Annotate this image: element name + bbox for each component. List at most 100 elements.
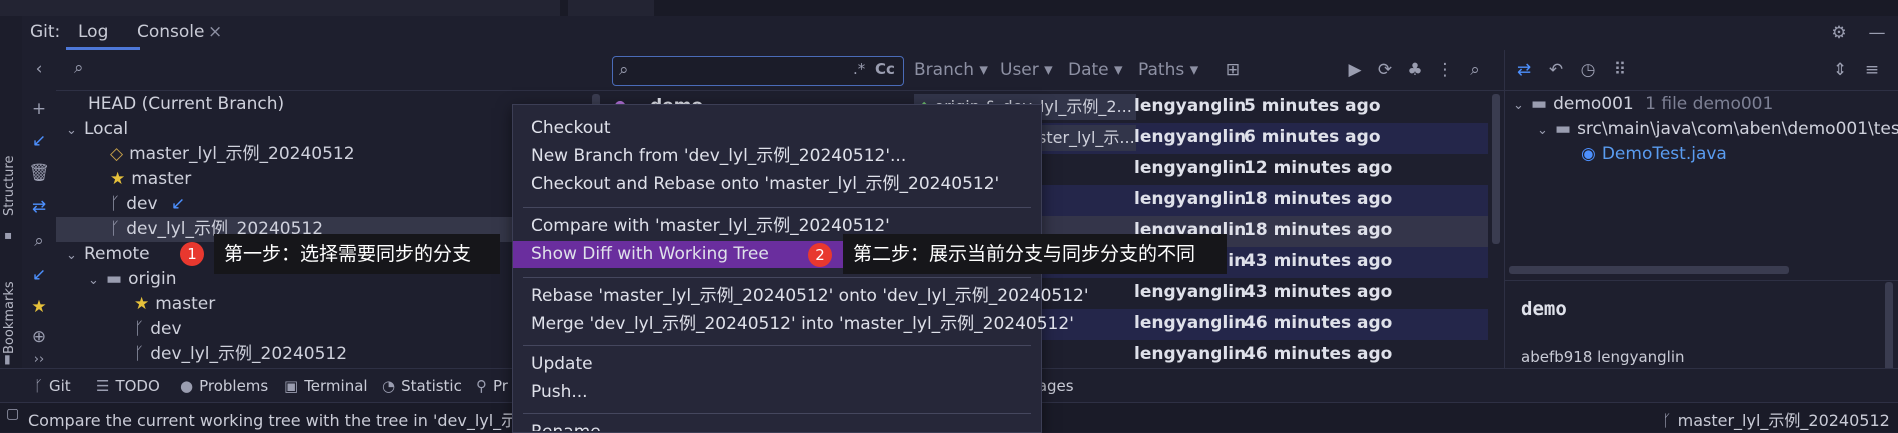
- bottom-tab-problems[interactable]: ● Problems: [180, 377, 268, 395]
- paths-filter[interactable]: Paths ▾: [1138, 60, 1198, 80]
- search-icon[interactable]: ⌕: [1464, 59, 1486, 81]
- menu-push[interactable]: Push...: [513, 379, 1041, 406]
- more-icon[interactable]: ››: [28, 348, 50, 370]
- branch-filter[interactable]: Branch ▾: [914, 60, 988, 80]
- branch-icon: ᚴ: [134, 319, 145, 339]
- branch-icon: ᚴ: [34, 377, 44, 395]
- graph-options-icon[interactable]: ⋮: [1434, 59, 1456, 81]
- menu-rename[interactable]: Rename...: [513, 419, 1041, 431]
- regex-toggle[interactable]: .*: [853, 60, 865, 78]
- expand-all-icon[interactable]: ⇕: [1829, 59, 1851, 81]
- changes-path[interactable]: ⌄ ▬ src\main\java\com\aben\demo001\test: [1537, 117, 1898, 142]
- new-tab-icon[interactable]: ⊞: [1222, 59, 1244, 81]
- favorite-icon[interactable]: ★: [28, 296, 50, 318]
- menu-update[interactable]: Update: [513, 351, 1041, 378]
- collapse-all-icon[interactable]: ≡: [1861, 59, 1883, 81]
- menu-rebase[interactable]: Rebase 'master_lyl_示例_20240512' onto 'de…: [513, 283, 1089, 310]
- search-icon[interactable]: ⌕: [28, 230, 50, 252]
- path-label: src\main\java\com\aben\demo001\test: [1577, 119, 1898, 139]
- compare-icon[interactable]: ⇄: [1513, 59, 1535, 81]
- search-icon: ⌕: [619, 60, 629, 80]
- close-icon[interactable]: ×: [208, 22, 222, 42]
- bottom-tab-terminal[interactable]: ▣ Terminal: [284, 377, 368, 395]
- tree-head[interactable]: HEAD (Current Branch): [88, 92, 284, 117]
- compare-icon[interactable]: ⇄: [28, 196, 50, 218]
- status-branch-widget[interactable]: ᚴ master_lyl_示例_20240512: [1662, 407, 1890, 431]
- menu-separator: [523, 413, 1031, 414]
- tag-icon: ◇: [110, 144, 124, 164]
- bottom-tab-git[interactable]: ᚴ Git: [34, 377, 71, 395]
- bookmarks-tab[interactable]: Bookmarks: [2, 281, 17, 354]
- branch-label: master: [155, 294, 216, 314]
- history-icon[interactable]: ◷: [1577, 59, 1599, 81]
- menu-new-branch[interactable]: New Branch from 'dev_lyl_示例_20240512'...: [513, 143, 1041, 170]
- commit-author: lengyanglin: [1134, 189, 1247, 209]
- git-toolwindow-header: Git: Log Console × ⚙ —: [22, 16, 1898, 50]
- fetch-icon[interactable]: ↙: [28, 264, 50, 286]
- tree-local-item[interactable]: ᚴ dev ↙: [110, 192, 185, 217]
- tab-label: Pr: [493, 377, 508, 395]
- settings-icon[interactable]: ⊕: [28, 326, 50, 348]
- left-tool-strip: Structure ▪ Bookmarks ▮: [0, 16, 23, 368]
- bottom-tab-pr[interactable]: ⚲ Pr: [476, 377, 508, 395]
- status-icon: ▢: [6, 406, 20, 422]
- cherry-pick-arrow-icon[interactable]: ▶: [1344, 59, 1366, 81]
- menu-checkout[interactable]: Checkout: [513, 115, 1041, 142]
- add-icon[interactable]: +: [28, 98, 50, 120]
- gear-icon[interactable]: ⚙: [1828, 22, 1850, 44]
- project-meta: 1 file demo001: [1645, 94, 1774, 114]
- chevron-down-icon: ⌄: [1513, 98, 1524, 113]
- refresh-icon[interactable]: ⟳: [1374, 59, 1396, 81]
- menu-merge[interactable]: Merge 'dev_lyl_示例_20240512' into 'master…: [513, 311, 1074, 338]
- log-scrollbar[interactable]: [1492, 94, 1500, 244]
- revert-icon[interactable]: ↶: [1545, 59, 1567, 81]
- tree-remote-item[interactable]: ᚴ dev: [134, 317, 182, 342]
- user-filter[interactable]: User ▾: [1000, 60, 1053, 80]
- date-filter[interactable]: Date ▾: [1068, 60, 1123, 80]
- tree-remote-label: Remote: [84, 244, 150, 264]
- java-class-icon: ◉: [1581, 144, 1596, 164]
- changes-h-scrollbar[interactable]: [1509, 266, 1789, 274]
- top-editor-strip: [0, 0, 1898, 16]
- folder-icon: ▬: [1555, 119, 1572, 139]
- tab-console[interactable]: Console: [137, 22, 205, 42]
- branch-search-row[interactable]: ⌕: [56, 50, 604, 91]
- update-icon[interactable]: ↙: [28, 130, 50, 152]
- tree-remote-item[interactable]: ᚴ dev_lyl_示例_20240512: [134, 342, 347, 367]
- tree-origin-label: origin: [128, 269, 177, 289]
- chevron-down-icon: ⌄: [66, 123, 77, 138]
- cherry-icon[interactable]: ♣: [1404, 59, 1426, 81]
- commit-details-panel: ⇄ ↶ ◷ ⠿ ⇕ ≡ ⌄ ▬ demo001 1 file demo001 ⌄ ▬ s…: [1504, 50, 1898, 372]
- log-search-input[interactable]: ⌕ .* Cc: [612, 56, 904, 86]
- tab-log[interactable]: Log: [78, 22, 108, 42]
- branch-icon: ᚴ: [110, 194, 121, 214]
- minimize-icon[interactable]: —: [1866, 22, 1888, 44]
- tree-local-item[interactable]: ★ master: [110, 167, 191, 192]
- menu-checkout-rebase[interactable]: Checkout and Rebase onto 'master_lyl_示例_…: [513, 171, 1041, 198]
- details-scrollbar[interactable]: [1885, 282, 1893, 372]
- search-icon: ⌕: [74, 58, 84, 78]
- tree-remote[interactable]: ⌄ Remote: [66, 242, 150, 267]
- bottom-tab-statistic[interactable]: ◔ Statistic: [382, 377, 462, 395]
- changed-file[interactable]: ◉ DemoTest.java: [1581, 142, 1727, 167]
- incoming-arrow-icon: ↙: [170, 194, 186, 214]
- tree-local-item[interactable]: ◇ master_lyl_示例_20240512: [110, 142, 355, 167]
- commit-author: lengyanglin: [1134, 344, 1247, 364]
- tree-origin[interactable]: ⌄ ▬ origin: [88, 267, 176, 292]
- folder-icon: ▬: [106, 269, 123, 289]
- tree-local[interactable]: ⌄ Local: [66, 117, 128, 142]
- paths-filter-label: Paths: [1138, 60, 1185, 80]
- commit-author: lengyanglin: [1134, 96, 1247, 116]
- delete-icon[interactable]: 🗑: [28, 162, 50, 184]
- tab-label: Git: [49, 377, 71, 395]
- statistic-icon: ◔: [382, 377, 396, 395]
- tree-remote-item[interactable]: ★ master: [134, 292, 215, 317]
- tab-label: Problems: [199, 377, 269, 395]
- bottom-tab-todo[interactable]: ☰ TODO: [96, 377, 160, 395]
- group-by-icon[interactable]: ⠿: [1609, 59, 1631, 81]
- structure-tab[interactable]: Structure: [2, 156, 17, 216]
- commit-author: lengyanglin: [1134, 127, 1247, 147]
- changes-root[interactable]: ⌄ ▬ demo001 1 file demo001: [1513, 92, 1773, 117]
- collapse-panel-icon[interactable]: ‹: [28, 58, 50, 80]
- match-case-toggle[interactable]: Cc: [875, 60, 895, 78]
